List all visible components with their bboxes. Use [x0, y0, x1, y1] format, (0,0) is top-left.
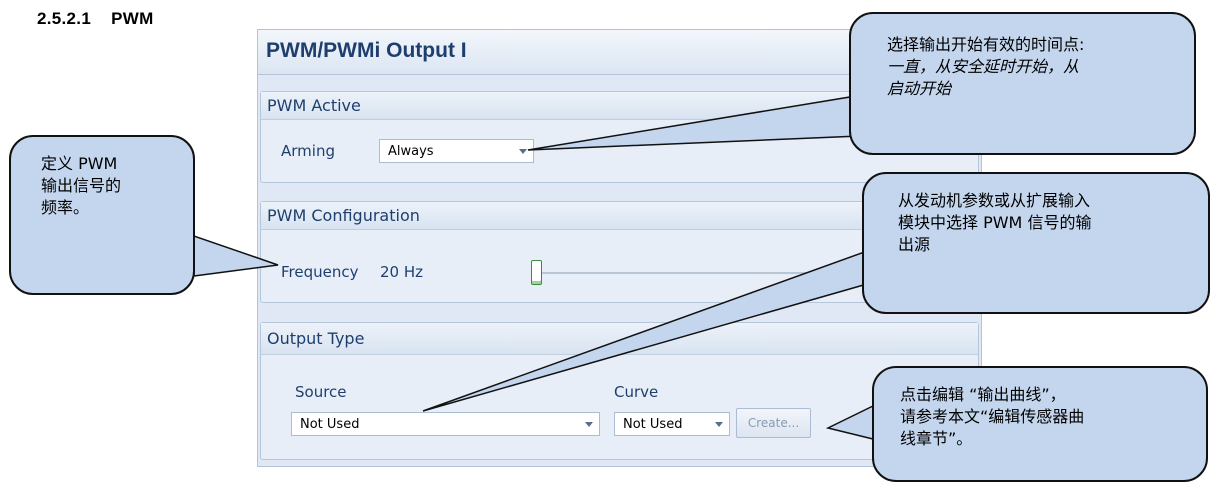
- pwm-config-title: PWM Configuration: [267, 206, 420, 225]
- chevron-down-icon: [585, 422, 593, 427]
- panel-title: PWM/PWMi Output I: [266, 39, 467, 62]
- section-title: PWM: [111, 9, 154, 28]
- arming-label: Arming: [281, 142, 335, 160]
- arming-callout-line3: 启动开始: [887, 79, 952, 98]
- output-type-header: Output Type: [261, 323, 978, 355]
- source-callout-line2: 模块中选择 PWM 信号的输: [898, 213, 1092, 232]
- frequency-value: 20 Hz: [380, 263, 424, 281]
- chevron-down-icon: [519, 149, 527, 154]
- arming-dropdown[interactable]: Always: [379, 139, 534, 163]
- arming-value: Always: [388, 144, 434, 159]
- frequency-callout-line1: 定义 PWM: [41, 154, 118, 173]
- curve-callout-line2: 请参考本文“编辑传感器曲: [900, 407, 1085, 426]
- arming-callout-line1: 选择输出开始有效的时间点:: [887, 35, 1085, 54]
- source-label: Source: [295, 383, 347, 401]
- chevron-down-icon: [715, 422, 723, 427]
- source-callout-line1: 从发动机参数或从扩展输入: [898, 191, 1091, 210]
- source-callout: 从发动机参数或从扩展输入 模块中选择 PWM 信号的输 出源: [862, 172, 1210, 314]
- frequency-slider-thumb[interactable]: [531, 260, 542, 285]
- frequency-label: Frequency: [281, 263, 359, 281]
- curve-callout: 点击编辑 “输出曲线”， 请参考本文“编辑传感器曲 线章节”。: [872, 366, 1208, 482]
- arming-callout-line2: 一直，从安全延时开始，从: [887, 57, 1080, 76]
- source-value: Not Used: [300, 417, 360, 432]
- curve-value: Not Used: [623, 417, 683, 432]
- curve-label: Curve: [614, 383, 659, 401]
- section-heading: 2.5.2.1 PWM: [37, 9, 154, 29]
- frequency-callout: 定义 PWM 输出信号的 频率。: [9, 135, 195, 295]
- curve-callout-line1: 点击编辑 “输出曲线”，: [900, 385, 1066, 404]
- create-button[interactable]: Create...: [736, 408, 811, 438]
- pwm-active-title: PWM Active: [267, 96, 361, 115]
- section-number: 2.5.2.1: [37, 9, 92, 28]
- curve-callout-line3: 线章节”。: [900, 429, 973, 448]
- frequency-callout-line3: 频率。: [41, 198, 90, 217]
- source-dropdown[interactable]: Not Used: [291, 412, 600, 436]
- arming-callout: 选择输出开始有效的时间点: 一直，从安全延时开始，从 启动开始: [849, 12, 1196, 155]
- source-callout-line3: 出源: [898, 235, 931, 254]
- curve-dropdown[interactable]: Not Used: [614, 412, 730, 436]
- frequency-callout-line2: 输出信号的: [41, 176, 122, 195]
- output-type-title: Output Type: [267, 329, 365, 348]
